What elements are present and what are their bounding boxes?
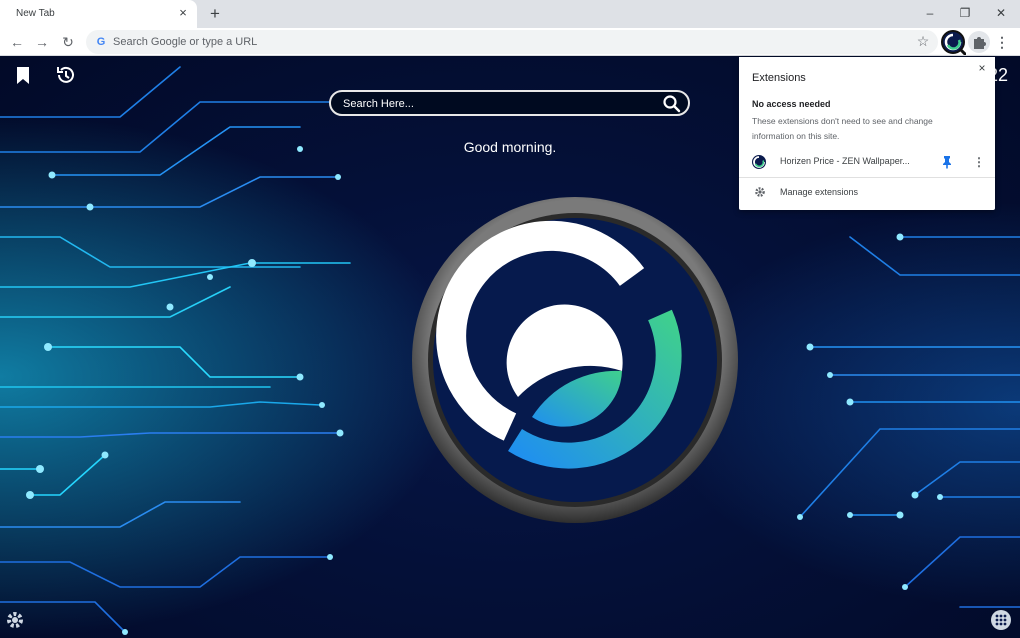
forward-button[interactable]: → <box>32 32 52 52</box>
settings-gear-icon[interactable] <box>5 610 27 632</box>
tab-title: New Tab <box>16 8 55 19</box>
chrome-menu-button[interactable]: ⋮ <box>994 32 1010 52</box>
restore-button[interactable]: ❐ <box>955 4 975 22</box>
page-search-input[interactable] <box>343 95 653 113</box>
horizen-extension-icon[interactable] <box>940 29 968 57</box>
manage-extensions-button[interactable]: Manage extensions <box>739 182 995 204</box>
extensions-popup: Extensions × No access needed These exte… <box>739 57 995 210</box>
tab-close-icon[interactable]: × <box>176 6 190 20</box>
page-search-box[interactable] <box>329 90 690 116</box>
no-access-description: These extensions don't need to see and c… <box>752 116 933 141</box>
omnibox-input[interactable] <box>113 33 893 51</box>
horizen-extension-icon <box>752 155 766 169</box>
pin-icon[interactable] <box>941 155 953 169</box>
extensions-button[interactable] <box>968 31 990 53</box>
extension-more-button[interactable]: ⋮ <box>973 153 985 171</box>
popup-divider <box>739 177 995 178</box>
back-button[interactable]: ← <box>7 32 27 52</box>
reload-button[interactable]: ↻ <box>58 32 78 52</box>
minimize-button[interactable]: – <box>920 4 940 22</box>
extension-row[interactable]: Horizen Price - ZEN Wallpaper... ⋮ <box>739 150 995 174</box>
tab-new-tab[interactable]: New Tab × <box>0 0 197 28</box>
popup-close-icon[interactable]: × <box>975 61 989 75</box>
new-tab-button[interactable]: + <box>206 5 224 23</box>
manage-extensions-label: Manage extensions <box>780 187 859 197</box>
history-icon[interactable] <box>55 64 77 86</box>
puzzle-icon <box>974 37 986 49</box>
google-icon: G <box>96 36 106 48</box>
horizen-logo <box>412 197 738 523</box>
close-window-button[interactable]: ✕ <box>991 4 1011 22</box>
apps-grid-icon[interactable] <box>990 609 1012 631</box>
no-access-heading: No access needed <box>752 99 831 109</box>
extension-name: Horizen Price - ZEN Wallpaper... <box>780 156 910 166</box>
omnibox[interactable]: G <box>86 30 938 54</box>
search-icon[interactable] <box>662 94 682 114</box>
browser-toolbar: ← → ↻ G ☆ ⋮ <box>0 28 1020 57</box>
greeting-text: Good morning. <box>463 139 557 155</box>
popup-title: Extensions <box>752 72 806 84</box>
tab-strip: New Tab × + – ❐ ✕ <box>0 0 1020 28</box>
gear-icon <box>755 187 765 197</box>
bookmark-star-icon[interactable]: ☆ <box>914 32 932 50</box>
bookmark-icon[interactable] <box>12 64 34 86</box>
